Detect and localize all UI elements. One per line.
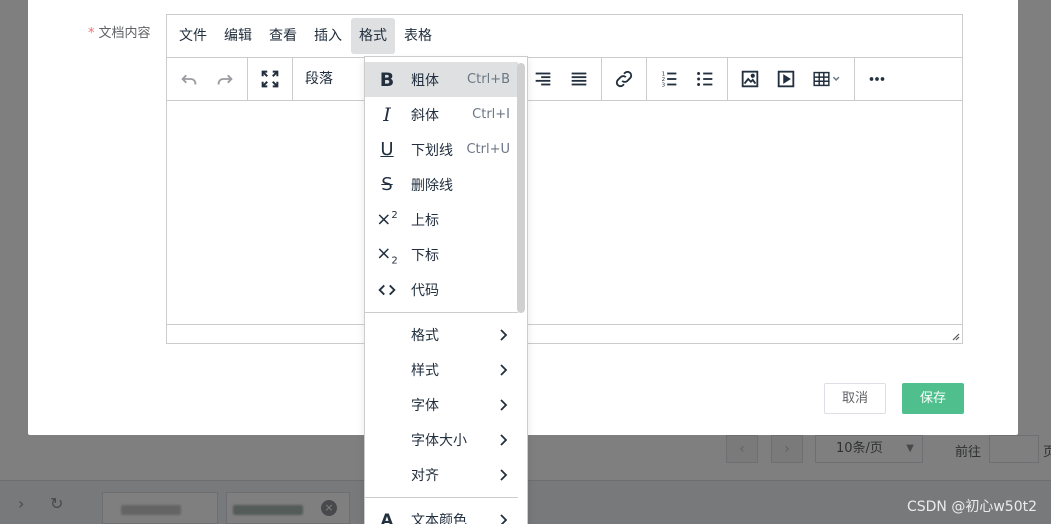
menu-item-italic[interactable]: I 斜体 Ctrl+I [365, 97, 518, 132]
block-group: 段落 [293, 58, 369, 101]
list-group: 123 [647, 57, 728, 101]
format-dropdown-menu: B 粗体 Ctrl+B I 斜体 Ctrl+I U 下划线 Ctrl+U S 删… [364, 56, 528, 524]
chevron-right-icon [496, 467, 510, 483]
menu-item-shortcut: Ctrl+I [472, 107, 510, 122]
submenu-formats[interactable]: 格式 [365, 317, 518, 352]
menu-item-label: 粗体 [411, 72, 439, 89]
menu-table[interactable]: 表格 [396, 18, 440, 54]
submenu-font-size[interactable]: 字体大小 [365, 422, 518, 457]
menu-item-superscript[interactable]: ×2 上标 [365, 202, 518, 237]
menu-scrollbar[interactable] [517, 63, 525, 313]
block-format-select[interactable]: 段落 [297, 62, 365, 96]
insert-group [728, 57, 855, 101]
align-group [521, 57, 602, 101]
menu-insert[interactable]: 插入 [306, 18, 350, 54]
bullet-list-icon[interactable] [687, 62, 723, 96]
menu-item-label: 文本颜色 [411, 512, 467, 524]
undo-icon[interactable] [171, 62, 207, 96]
link-group [602, 57, 647, 101]
menu-item-label: 字体 [411, 397, 439, 414]
menu-item-underline[interactable]: U 下划线 Ctrl+U [365, 132, 518, 167]
required-mark: * [88, 26, 95, 41]
view-group [248, 57, 293, 101]
superscript-icon: ×2 [376, 209, 398, 230]
menu-item-shortcut: Ctrl+B [467, 72, 510, 87]
subscript-icon: ×2 [376, 242, 398, 267]
align-right-icon[interactable] [525, 62, 561, 96]
menu-item-label: 下划线 [411, 142, 453, 159]
text-color-icon: A [380, 510, 394, 524]
image-icon[interactable] [732, 62, 768, 96]
code-icon [375, 279, 399, 301]
menu-item-label: 下标 [411, 247, 439, 264]
menu-item-bold[interactable]: B 粗体 Ctrl+B [365, 62, 518, 97]
menu-item-subscript[interactable]: ×2 下标 [365, 237, 518, 272]
chevron-right-icon [496, 397, 510, 413]
more-icon[interactable] [859, 62, 895, 96]
editor-content-area[interactable] [167, 101, 962, 323]
resize-handle-icon[interactable] [950, 331, 960, 341]
link-icon[interactable] [606, 62, 642, 96]
cancel-button[interactable]: 取消 [824, 383, 886, 414]
submenu-text-color[interactable]: A 文本颜色 [365, 502, 518, 524]
editor-statusbar [167, 324, 962, 343]
strikethrough-icon: S [381, 174, 393, 195]
table-icon[interactable] [804, 62, 850, 96]
document-content-label: * 文档内容 [88, 22, 151, 41]
menu-item-label: 上标 [411, 212, 439, 229]
menu-item-label: 字体大小 [411, 432, 467, 449]
history-group [167, 57, 248, 101]
menu-separator [365, 312, 518, 313]
menu-item-label: 对齐 [411, 467, 439, 484]
chevron-right-icon [496, 327, 510, 343]
menu-item-code[interactable]: 代码 [365, 272, 518, 307]
media-icon[interactable] [768, 62, 804, 96]
chevron-right-icon [496, 512, 510, 524]
align-justify-icon[interactable] [561, 62, 597, 96]
underline-icon: U [380, 139, 394, 160]
chevron-right-icon [496, 362, 510, 378]
save-button[interactable]: 保存 [902, 383, 964, 414]
fullscreen-icon[interactable] [252, 62, 288, 96]
menu-format[interactable]: 格式 [351, 18, 395, 54]
menu-item-label: 斜体 [411, 107, 439, 124]
submenu-styles[interactable]: 样式 [365, 352, 518, 387]
menu-separator [365, 497, 518, 498]
editor-toolbar: 段落 123 [167, 57, 962, 101]
submenu-align[interactable]: 对齐 [365, 457, 518, 492]
bold-icon: B [379, 68, 395, 91]
redo-icon[interactable] [207, 62, 243, 96]
menu-view[interactable]: 查看 [261, 18, 305, 54]
numbered-list-icon[interactable]: 123 [651, 62, 687, 96]
more-group [855, 58, 899, 101]
menu-item-strikethrough[interactable]: S 删除线 [365, 167, 518, 202]
menu-item-label: 格式 [411, 327, 439, 344]
menu-file[interactable]: 文件 [171, 18, 215, 54]
menu-item-label: 样式 [411, 362, 439, 379]
menu-item-shortcut: Ctrl+U [466, 142, 510, 157]
watermark: CSDN @初心w50t2 [906, 499, 1037, 515]
menu-edit[interactable]: 编辑 [216, 18, 260, 54]
editor-menubar: 文件 编辑 查看 插入 格式 表格 [167, 15, 962, 58]
rich-text-editor: 文件 编辑 查看 插入 格式 表格 段落 1 2 3 [166, 14, 963, 344]
menu-item-label: 代码 [411, 282, 439, 299]
field-label-text: 文档内容 [98, 26, 151, 41]
italic-icon: I [383, 103, 391, 126]
submenu-font-family[interactable]: 字体 [365, 387, 518, 422]
menu-item-label: 删除线 [411, 177, 453, 194]
svg-text:3: 3 [662, 82, 666, 88]
chevron-right-icon [496, 432, 510, 448]
